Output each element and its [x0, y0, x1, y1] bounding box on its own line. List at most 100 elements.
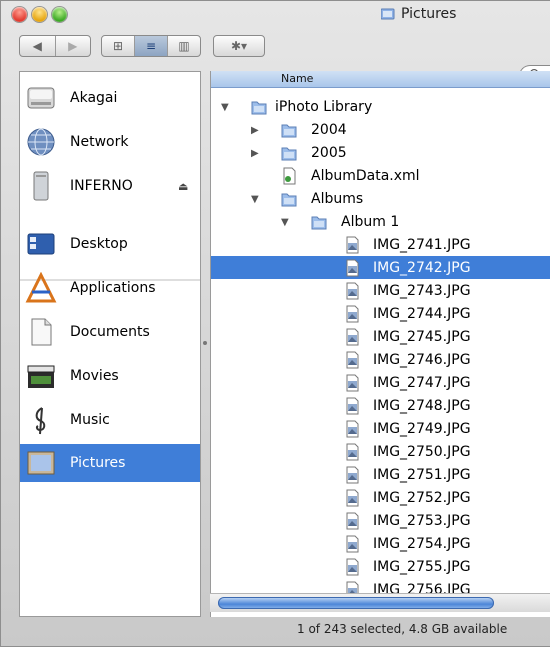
- status-text: 1 of 243 selected, 4.8 GB available: [297, 622, 508, 636]
- file-name: 2004: [311, 121, 347, 138]
- folder-icon: [311, 216, 327, 229]
- sidebar-item-label: Documents: [70, 324, 150, 340]
- folder-row[interactable]: ▶ 2004: [211, 118, 550, 141]
- file-name: IMG_2754.JPG: [373, 535, 471, 552]
- jpeg-file-icon: [346, 512, 359, 529]
- status-bar: 1 of 243 selected, 4.8 GB available: [1, 614, 550, 647]
- sidebar-item-desktop[interactable]: Desktop: [20, 226, 200, 262]
- close-button[interactable]: [12, 7, 27, 22]
- folder-row[interactable]: ▼ Albums: [211, 187, 550, 210]
- file-row[interactable]: IMG_2741.JPG: [211, 233, 550, 256]
- file-name: IMG_2745.JPG: [373, 328, 471, 345]
- jpeg-file-icon: [346, 558, 359, 575]
- file-row[interactable]: IMG_2748.JPG: [211, 394, 550, 417]
- folder-row[interactable]: ▼ Album 1: [211, 210, 550, 233]
- folder-icon: [281, 147, 297, 160]
- sidebar-item-movies[interactable]: Movies: [20, 358, 200, 394]
- window-title: Pictures: [381, 6, 456, 22]
- file-row[interactable]: IMG_2750.JPG: [211, 440, 550, 463]
- file-name: IMG_2746.JPG: [373, 351, 471, 368]
- jpeg-file-icon: [346, 535, 359, 552]
- file-row[interactable]: IMG_2755.JPG: [211, 555, 550, 578]
- folder-row[interactable]: ▼ iPhoto Library: [211, 95, 550, 118]
- column-view-icon: ▥: [178, 39, 190, 53]
- sidebar: Akagai Network INFERNO ⏏ Desktop Applica…: [19, 71, 201, 617]
- jpeg-file-icon: [346, 259, 359, 276]
- file-name: IMG_2748.JPG: [373, 397, 471, 414]
- file-name: Album 1: [341, 213, 400, 230]
- folder-row[interactable]: ▶ 2005: [211, 141, 550, 164]
- zoom-button[interactable]: [52, 7, 67, 22]
- column-view-button[interactable]: ▥: [168, 36, 200, 56]
- jpeg-file-icon: [346, 305, 359, 322]
- file-row[interactable]: IMG_2752.JPG: [211, 486, 550, 509]
- back-button[interactable]: ◀: [20, 36, 56, 56]
- icon-view-icon: ⊞: [112, 39, 124, 53]
- disclosure-expanded-icon[interactable]: ▼: [281, 217, 291, 228]
- sidebar-item-music[interactable]: Music: [20, 402, 200, 438]
- sidebar-item-documents[interactable]: Documents: [20, 314, 200, 350]
- column-header-name[interactable]: Name: [211, 71, 550, 88]
- documents-icon: [31, 318, 52, 346]
- view-mode-control: ⊞ ≡ ▥: [101, 35, 201, 57]
- file-name: AlbumData.xml: [311, 167, 420, 184]
- sidebar-item-label: INFERNO: [70, 178, 133, 194]
- sidebar-item-network[interactable]: Network: [20, 124, 200, 160]
- list-view-icon: ≡: [145, 39, 157, 53]
- jpeg-file-icon: [346, 351, 359, 368]
- forward-button[interactable]: ▶: [56, 36, 91, 56]
- disclosure-collapsed-icon[interactable]: ▶: [251, 148, 261, 159]
- file-row[interactable]: IMG_2744.JPG: [211, 302, 550, 325]
- applications-icon: [25, 272, 57, 303]
- file-name: IMG_2752.JPG: [373, 489, 471, 506]
- list-view-button[interactable]: ≡: [135, 36, 168, 56]
- sidebar-item-akagai[interactable]: Akagai: [20, 80, 200, 116]
- sidebar-item-label: Akagai: [70, 90, 118, 106]
- sidebar-item-label: Desktop: [70, 236, 128, 252]
- sidebar-item-label: Applications: [70, 280, 156, 296]
- file-name: IMG_2750.JPG: [373, 443, 471, 460]
- jpeg-file-icon: [346, 466, 359, 483]
- file-row[interactable]: IMG_2751.JPG: [211, 463, 550, 486]
- scrollbar-thumb[interactable]: [218, 597, 494, 609]
- file-row[interactable]: IMG_2742.JPG: [211, 256, 550, 279]
- file-name: IMG_2741.JPG: [373, 236, 471, 253]
- file-row[interactable]: IMG_2749.JPG: [211, 417, 550, 440]
- column-header-label: Name: [281, 72, 314, 85]
- icon-view-button[interactable]: ⊞: [102, 36, 135, 56]
- file-row[interactable]: IMG_2745.JPG: [211, 325, 550, 348]
- window-title-text: Pictures: [401, 6, 457, 22]
- hard-drive-icon: [27, 87, 55, 109]
- sidebar-item-label: Music: [70, 412, 110, 428]
- horizontal-scrollbar[interactable]: [210, 593, 550, 612]
- sidebar-item-inferno[interactable]: INFERNO ⏏: [20, 168, 200, 204]
- disclosure-expanded-icon[interactable]: ▼: [221, 102, 231, 113]
- gear-icon: ✱▾: [230, 39, 248, 53]
- movies-clapboard-icon: [27, 365, 55, 388]
- network-globe-icon: [27, 128, 55, 156]
- action-menu-button[interactable]: ✱▾: [213, 35, 265, 57]
- minimize-button[interactable]: [32, 7, 47, 22]
- file-row[interactable]: IMG_2747.JPG: [211, 371, 550, 394]
- file-row[interactable]: IMG_2754.JPG: [211, 532, 550, 555]
- xml-file-icon: [283, 167, 296, 184]
- folder-icon: [381, 8, 395, 20]
- file-row[interactable]: IMG_2743.JPG: [211, 279, 550, 302]
- sidebar-item-applications[interactable]: Applications: [20, 270, 200, 306]
- file-name: Albums: [311, 190, 364, 207]
- sidebar-item-pictures[interactable]: Pictures: [20, 444, 200, 482]
- file-name: iPhoto Library: [275, 98, 373, 115]
- disclosure-collapsed-icon[interactable]: ▶: [251, 125, 261, 136]
- jpeg-file-icon: [346, 420, 359, 437]
- disclosure-expanded-icon[interactable]: ▼: [251, 194, 261, 205]
- eject-icon[interactable]: ⏏: [178, 180, 188, 193]
- back-arrow-icon: ◀: [32, 39, 42, 53]
- title-bar: Pictures: [1, 1, 550, 31]
- file-name: IMG_2742.JPG: [373, 259, 471, 276]
- file-row[interactable]: AlbumData.xml: [211, 164, 550, 187]
- sidebar-splitter[interactable]: [203, 341, 207, 345]
- jpeg-file-icon: [346, 282, 359, 299]
- file-name: IMG_2753.JPG: [373, 512, 471, 529]
- file-row[interactable]: IMG_2746.JPG: [211, 348, 550, 371]
- file-row[interactable]: IMG_2753.JPG: [211, 509, 550, 532]
